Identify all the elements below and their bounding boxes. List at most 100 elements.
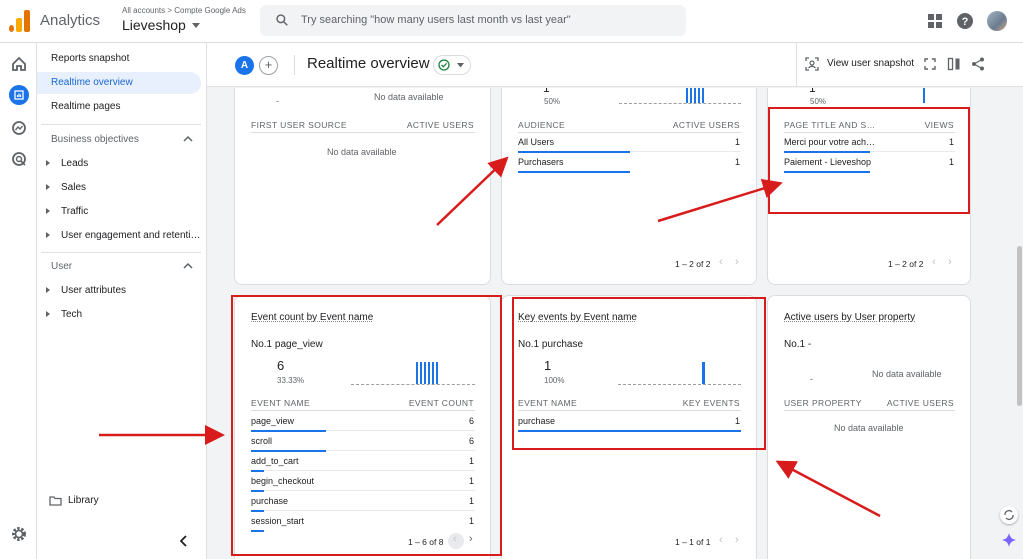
nav-leads[interactable]: Leads (61, 158, 88, 169)
folder-icon[interactable] (49, 495, 62, 506)
view-user-snapshot-button[interactable]: View user snapshot (827, 58, 914, 69)
top-value: 1 (809, 88, 816, 95)
no-data-message: No data available (327, 147, 397, 157)
content-scrollbar-thumb[interactable] (1017, 246, 1022, 406)
settings-gear-icon[interactable] (9, 524, 29, 544)
column-header-active-users[interactable]: ACTIVE USERS (887, 398, 954, 408)
no-data-message: No data available (834, 423, 904, 433)
ai-sparkle-icon (1002, 533, 1016, 547)
top-item-label: No.1 - (784, 339, 812, 350)
user-snapshot-icon[interactable] (805, 57, 819, 71)
report-status-dropdown[interactable] (433, 55, 471, 75)
account-breadcrumb[interactable]: All accounts > Compte Google Ads (122, 6, 246, 15)
divider (796, 43, 797, 87)
expand-triangle-icon[interactable] (46, 287, 50, 293)
row-proportion-bar (518, 171, 630, 173)
nav-tech[interactable]: Tech (61, 309, 82, 320)
chevron-up-icon[interactable] (183, 262, 193, 270)
nav-realtime-pages[interactable]: Realtime pages (37, 96, 201, 118)
card-audience: 1 50% AUDIENCE ACTIVE USERS All Users 1 … (501, 88, 757, 285)
table-row-value: 1 (734, 157, 740, 167)
next-page-chevron-icon[interactable]: › (948, 256, 952, 268)
analytics-logo-icon[interactable] (9, 10, 31, 32)
nav-section-business-objectives[interactable]: Business objectives (51, 134, 139, 145)
reports-icon[interactable] (9, 85, 29, 105)
search-bar[interactable]: Try searching "how many users last month… (260, 5, 686, 36)
chevron-down-icon[interactable] (192, 23, 200, 28)
share-icon[interactable] (971, 57, 985, 71)
fullscreen-icon[interactable] (924, 58, 936, 70)
advertising-icon[interactable] (9, 149, 29, 169)
sparkline-bar (694, 88, 696, 103)
column-header-active-users[interactable]: ACTIVE USERS (673, 120, 740, 130)
table-row-label[interactable]: Purchasers (518, 157, 564, 167)
expand-triangle-icon[interactable] (46, 184, 50, 190)
top-value-dash: - (810, 374, 813, 384)
report-navigation: Reports snapshot Realtime overview Realt… (37, 43, 207, 559)
nav-reports-snapshot[interactable]: Reports snapshot (37, 48, 201, 70)
check-circle-icon (438, 59, 450, 71)
sparkline-bar (923, 88, 925, 103)
svg-text:?: ? (962, 16, 969, 28)
nav-section-user[interactable]: User (51, 261, 72, 272)
pagination-label: 1 – 2 of 2 (888, 259, 924, 269)
expand-triangle-icon[interactable] (46, 160, 50, 166)
sparkline-baseline (619, 103, 741, 104)
divider (294, 55, 295, 75)
apps-grid-icon[interactable] (925, 11, 945, 31)
table-row-value: 1 (734, 137, 740, 147)
row-proportion-bar (518, 151, 630, 153)
floating-sync-button[interactable] (1000, 506, 1018, 524)
no-data-message: No data available (872, 369, 942, 379)
search-icon (276, 14, 288, 26)
expand-triangle-icon[interactable] (46, 311, 50, 317)
home-icon[interactable] (9, 54, 29, 74)
column-header-first-user-source[interactable]: FIRST USER SOURCE (251, 120, 347, 130)
property-selector[interactable]: Lieveshop (122, 17, 186, 33)
account-avatar[interactable] (987, 11, 1007, 31)
search-placeholder: Try searching "how many users last month… (301, 14, 571, 26)
expand-triangle-icon[interactable] (46, 208, 50, 214)
sparkline-bar (690, 88, 692, 103)
nav-library[interactable]: Library (68, 495, 99, 506)
compare-columns-icon[interactable] (947, 57, 961, 71)
next-page-chevron-icon[interactable]: › (735, 256, 739, 268)
top-percent: 50% (544, 97, 561, 106)
header-divider (251, 132, 475, 133)
top-value: 1 (543, 88, 550, 95)
page-header: A + Realtime overview View user snapshot (207, 43, 1023, 87)
prev-page-chevron-icon[interactable]: ‹ (719, 534, 723, 546)
prev-page-chevron-icon[interactable]: ‹ (719, 256, 723, 268)
nav-user-attributes[interactable]: User attributes (61, 285, 126, 296)
column-header-user-property[interactable]: USER PROPERTY (784, 398, 862, 408)
pagination-label: 1 – 2 of 2 (675, 259, 711, 269)
top-app-bar: Analytics All accounts > Compte Google A… (0, 0, 1023, 43)
top-percent: 50% (810, 97, 827, 106)
row-divider (630, 151, 741, 152)
prev-page-chevron-icon[interactable]: ‹ (932, 256, 936, 268)
column-header-audience[interactable]: AUDIENCE (518, 120, 565, 130)
floating-ai-button[interactable] (1001, 532, 1017, 548)
top-value-dash: - (276, 96, 279, 106)
no-data-message: No data available (374, 92, 444, 102)
explore-icon[interactable] (9, 118, 29, 138)
nav-realtime-overview[interactable]: Realtime overview (37, 72, 201, 94)
nav-sales[interactable]: Sales (61, 182, 86, 193)
left-rail (0, 43, 37, 559)
add-comparison-button[interactable]: + (259, 56, 278, 75)
chevron-up-icon[interactable] (183, 135, 193, 143)
table-row-label[interactable]: All Users (518, 137, 554, 147)
comparison-chip-all-users[interactable]: A (235, 56, 254, 75)
column-header-active-users[interactable]: ACTIVE USERS (407, 120, 474, 130)
nav-traffic[interactable]: Traffic (61, 206, 88, 217)
card-user-property: Active users by User property No.1 - - N… (767, 295, 971, 559)
card-title[interactable]: Active users by User property (784, 312, 915, 323)
collapse-chevron-left-icon[interactable] (179, 535, 189, 547)
header-divider (518, 132, 741, 133)
card-first-user-source: - No data available FIRST USER SOURCE AC… (234, 88, 491, 285)
expand-triangle-icon[interactable] (46, 232, 50, 238)
nav-user-engagement[interactable]: User engagement and retenti… (61, 230, 201, 241)
next-page-chevron-icon[interactable]: › (735, 534, 739, 546)
help-icon[interactable]: ? (955, 11, 975, 31)
sparkline-bar (698, 88, 700, 103)
